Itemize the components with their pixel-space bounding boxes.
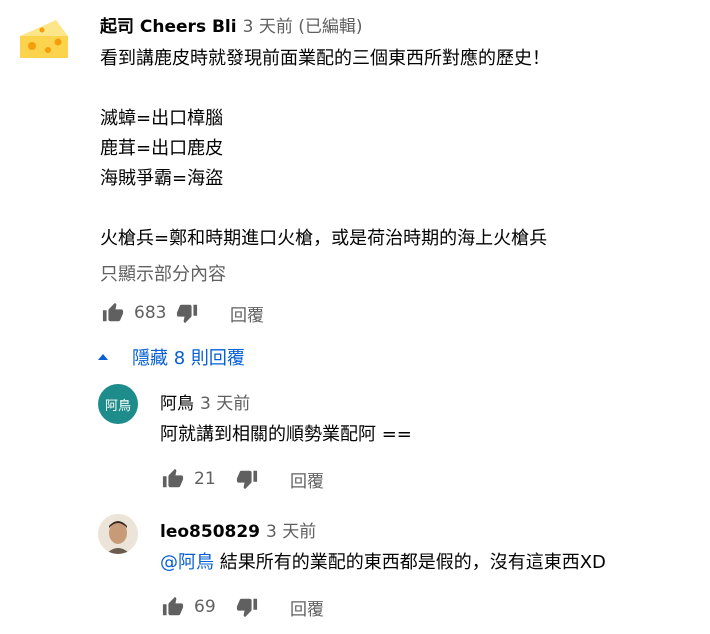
like-count: 21 — [194, 469, 216, 489]
show-more-link[interactable]: 只顯示部分內容 — [100, 260, 226, 286]
comment-line: 鹿茸=出口鹿皮 — [100, 138, 224, 159]
reply-time[interactable]: 3 天前 — [200, 394, 250, 414]
reply-button[interactable]: 回覆 — [230, 301, 264, 326]
reply-author[interactable]: 阿鳥 — [160, 394, 194, 414]
comment-line-gap — [100, 194, 550, 224]
comment-line: 火槍兵=鄭和時期進口火槍，或是荷治時期的海上火槍兵 — [100, 228, 548, 249]
reply-author-line: 阿鳥 3 天前 — [160, 389, 250, 414]
cheese-avatar[interactable] — [14, 10, 74, 70]
like-icon[interactable] — [100, 300, 126, 326]
dislike-icon[interactable] — [234, 466, 260, 492]
comment-line: 海賊爭霸=海盜 — [100, 168, 224, 189]
comment-line-gap — [100, 74, 550, 104]
hide-replies-label: 隱藏 8 則回覆 — [132, 348, 245, 369]
caret-up-icon — [98, 354, 108, 360]
reply-toolbar: 69 回覆 — [160, 592, 324, 622]
cheese-icon — [14, 10, 74, 70]
comment-toolbar: 683 回覆 — [100, 298, 264, 328]
reply-body: 阿就講到相關的順勢業配阿 == — [160, 420, 412, 450]
comment-author[interactable]: 起司 Cheers Bli — [100, 17, 237, 37]
reply-button[interactable]: 回覆 — [290, 595, 324, 620]
reply-time[interactable]: 3 天前 — [266, 522, 316, 542]
avatar-initials: 阿鳥 — [104, 398, 131, 414]
comment-line: 滅蟑=出口樟腦 — [100, 108, 224, 129]
reply-text: 結果所有的業配的東西都是假的，沒有這東西XD — [214, 552, 606, 573]
like-icon[interactable] — [160, 466, 186, 492]
reply-text-line: @阿鳥 結果所有的業配的東西都是假的，沒有這東西XD — [160, 548, 606, 578]
reply-button[interactable]: 回覆 — [290, 467, 324, 492]
main-author-line: 起司 Cheers Bli 3 天前 (已編輯) — [100, 12, 362, 37]
like-count: 69 — [194, 597, 216, 617]
person-photo-icon — [98, 514, 138, 554]
reply-avatar[interactable]: 阿鳥 — [98, 384, 138, 424]
dislike-icon[interactable] — [234, 594, 260, 620]
reply-body: @阿鳥 結果所有的業配的東西都是假的，沒有這東西XD — [160, 548, 606, 578]
dislike-icon[interactable] — [174, 300, 200, 326]
reply-toolbar: 21 回覆 — [160, 464, 324, 494]
reply-avatar[interactable] — [98, 514, 138, 554]
comment-line: 看到講鹿皮時就發現前面業配的三個東西所對應的歷史！ — [100, 48, 550, 69]
reply-author[interactable]: leo850829 — [160, 522, 260, 542]
like-count: 683 — [134, 303, 167, 323]
reply-author-line: leo850829 3 天前 — [160, 517, 316, 542]
mention-link[interactable]: @阿鳥 — [160, 552, 214, 573]
comment-time[interactable]: 3 天前 (已編輯) — [243, 17, 363, 37]
comment-body: 看到講鹿皮時就發現前面業配的三個東西所對應的歷史！ 滅蟑=出口樟腦 鹿茸=出口鹿… — [100, 44, 550, 254]
hide-replies-button[interactable]: 隱藏 8 則回覆 — [96, 344, 245, 370]
like-icon[interactable] — [160, 594, 186, 620]
reply-text: 阿就講到相關的順勢業配阿 == — [160, 424, 412, 445]
